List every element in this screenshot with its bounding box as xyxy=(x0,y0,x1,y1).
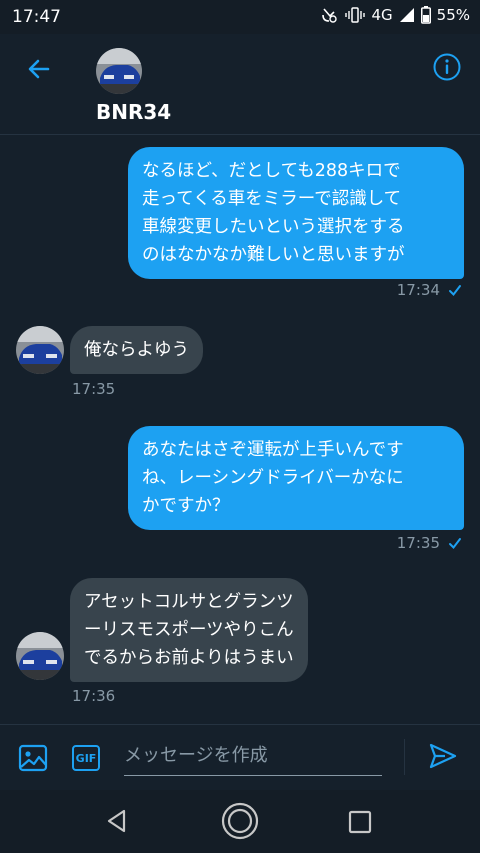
network-type: 4G xyxy=(371,6,393,24)
info-icon[interactable] xyxy=(432,52,462,82)
car-avatar-icon xyxy=(16,326,64,374)
composer-divider xyxy=(404,739,405,775)
car-avatar-icon xyxy=(96,48,142,94)
message-timestamp: 17:36 xyxy=(72,687,116,705)
message-line: ーリスモスポーツやりこん xyxy=(84,620,294,640)
status-time: 17:47 xyxy=(12,7,61,27)
message-timestamp: 17:35 xyxy=(396,534,440,552)
battery-icon xyxy=(420,6,431,24)
message-bubble-incoming[interactable]: アセットコルサとグランツ ーリスモスポーツやりこん でるからお前よりはうまい xyxy=(70,578,308,682)
message-input-placeholder: メッセージを作成 xyxy=(124,745,268,766)
contact-name[interactable]: BNR34 xyxy=(96,100,171,124)
message-timestamp: 17:35 xyxy=(72,380,116,398)
message-line: かですか？ xyxy=(142,496,230,516)
signal-icon xyxy=(399,8,414,22)
message-line: 走ってくる車をミラーで認識して xyxy=(142,189,402,209)
nfc-icon xyxy=(322,8,338,23)
read-check-icon xyxy=(449,285,461,297)
gif-button[interactable]: GIF xyxy=(72,745,100,771)
message-line: 車線変更したいという選択をする xyxy=(142,217,405,237)
back-arrow-icon[interactable] xyxy=(24,54,54,84)
status-bar: 17:47 4G 55% xyxy=(0,0,480,34)
message-bubble-incoming[interactable]: 俺ならよゆう xyxy=(70,326,203,374)
message-line: でるからお前よりはうまい xyxy=(84,648,294,668)
send-icon[interactable] xyxy=(428,741,458,771)
vibrate-icon xyxy=(345,7,366,23)
gif-label: GIF xyxy=(75,751,97,765)
message-meta: 17:34 xyxy=(397,281,462,299)
car-avatar-icon xyxy=(16,632,64,680)
image-icon[interactable] xyxy=(18,743,48,773)
message-line: アセットコルサとグランツ xyxy=(84,592,294,612)
message-line: 俺ならよゆう xyxy=(84,340,189,360)
message-line: ね、レーシングドライバーかなに xyxy=(142,468,404,488)
message-bubble-outgoing[interactable]: なるほど、だとしても288キロで 走ってくる車をミラーで認識して 車線変更したい… xyxy=(128,147,464,279)
message-line: あなたはさぞ運転が上手いんです xyxy=(142,440,404,460)
message-line: なるほど、だとしても288キロで xyxy=(142,161,401,181)
message-line: のはなかなか難しいと思いますが xyxy=(142,245,405,265)
conversation-header: BNR34 xyxy=(0,34,480,135)
message-composer: GIF メッセージを作成 xyxy=(0,724,480,791)
message-timestamp: 17:34 xyxy=(396,281,440,299)
system-navigation-bar xyxy=(0,790,480,853)
nav-recents-icon[interactable] xyxy=(348,810,372,834)
sender-avatar[interactable] xyxy=(16,326,64,374)
read-check-icon xyxy=(449,538,461,550)
nav-back-icon[interactable] xyxy=(104,808,130,834)
status-icons: 4G 55% xyxy=(319,6,470,24)
sender-avatar[interactable] xyxy=(16,632,64,680)
message-bubble-outgoing[interactable]: あなたはさぞ運転が上手いんです ね、レーシングドライバーかなに かですか？ xyxy=(128,426,464,530)
message-meta: 17:35 xyxy=(397,534,462,552)
contact-avatar[interactable] xyxy=(96,48,142,94)
message-input[interactable]: メッセージを作成 xyxy=(124,735,382,776)
battery-percent: 55% xyxy=(436,6,470,24)
nav-home-icon[interactable] xyxy=(220,801,260,841)
